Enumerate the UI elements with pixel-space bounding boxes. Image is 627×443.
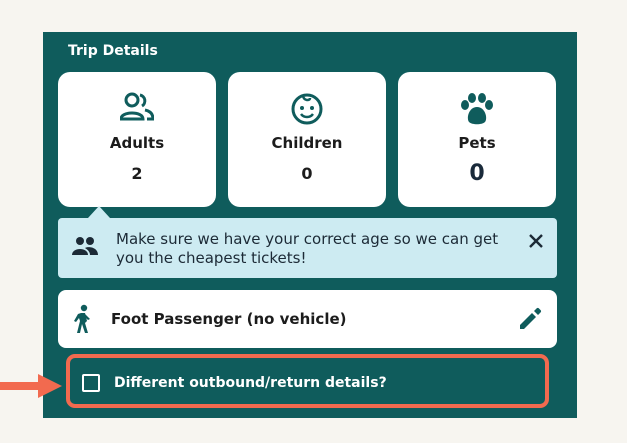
adults-card[interactable]: Adults 2 bbox=[58, 72, 216, 207]
different-details-option[interactable]: Different outbound/return details? bbox=[82, 371, 387, 395]
child-face-icon bbox=[290, 92, 324, 130]
pets-card[interactable]: Pets 0 bbox=[398, 72, 556, 207]
walking-person-icon bbox=[72, 304, 94, 338]
age-notice: Make sure we have your correct age so we… bbox=[58, 218, 557, 278]
notice-message: Make sure we have your correct age so we… bbox=[116, 230, 499, 267]
adults-icon bbox=[119, 92, 155, 126]
adults-count: 2 bbox=[131, 164, 143, 183]
pets-count: 0 bbox=[469, 161, 485, 186]
arrow-right-icon bbox=[0, 374, 62, 402]
foot-passenger-row[interactable]: Foot Passenger (no vehicle) bbox=[58, 290, 557, 348]
pencil-icon[interactable] bbox=[517, 306, 543, 336]
different-details-label: Different outbound/return details? bbox=[114, 375, 387, 391]
paw-icon bbox=[459, 92, 495, 130]
pets-label: Pets bbox=[458, 134, 496, 152]
notice-pointer bbox=[88, 206, 110, 218]
people-icon bbox=[72, 236, 98, 260]
children-card[interactable]: Children 0 bbox=[228, 72, 386, 207]
adults-label: Adults bbox=[109, 134, 165, 152]
children-label: Children bbox=[271, 134, 343, 152]
panel-title: Trip Details bbox=[68, 43, 158, 59]
foot-passenger-label: Foot Passenger (no vehicle) bbox=[111, 310, 347, 328]
close-icon[interactable] bbox=[528, 233, 544, 253]
children-count: 0 bbox=[301, 164, 313, 183]
different-details-checkbox[interactable] bbox=[82, 374, 100, 392]
